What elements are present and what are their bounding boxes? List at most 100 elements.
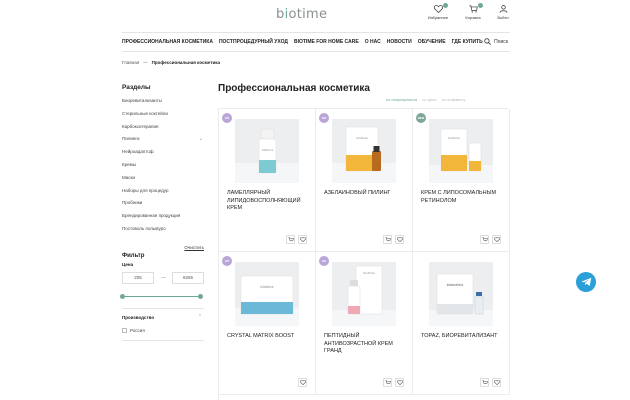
product-image[interactable]: biotime xyxy=(332,262,396,326)
user-icon xyxy=(499,5,507,13)
clear-filter-link[interactable]: Очистить xyxy=(184,245,204,250)
product-card[interactable]: HIT biotime АЗЕЛАИНОВЫЙ ПИЛИНГ xyxy=(316,109,413,252)
login-button[interactable]: Войти xyxy=(488,5,518,20)
country-checkbox-row[interactable]: Россия xyxy=(122,328,145,333)
nav-item-professional[interactable]: ПРОФЕССИОНАЛЬНАЯ КОСМЕТИКА xyxy=(122,39,213,45)
sort-popularity[interactable]: по популярности xyxy=(386,97,417,102)
product-name[interactable]: TOPAZ, БИОРЕВИТАЛИЗАНТ xyxy=(421,333,505,341)
favorites-button[interactable]: Избранное xyxy=(423,3,453,20)
product-name[interactable]: CRYSTAL MATRIX BOOST xyxy=(227,333,311,341)
product-image[interactable]: biotime xyxy=(235,119,299,183)
nav-item-home-care[interactable]: BIOTIME FOR HOME CARE xyxy=(294,39,359,45)
sidebar-item-biorevitalizants[interactable]: Биоревитализанты xyxy=(122,97,206,110)
country-label: Россия xyxy=(130,328,145,333)
cart-button[interactable]: Корзина xyxy=(458,3,488,20)
add-to-favorites-button[interactable] xyxy=(395,378,404,387)
product-image[interactable]: biotime xyxy=(332,119,396,183)
sort-alphabet[interactable]: по алфавиту xyxy=(442,97,466,102)
sort-options: по популярности по цене по алфавиту xyxy=(386,97,465,102)
sidebar-item-cocktails[interactable]: Стерильные коктейли xyxy=(122,110,206,123)
price-slider-track xyxy=(119,294,203,299)
product-card[interactable]: biomatrix TOPAZ, БИОРЕВИТАЛИЗАНТ xyxy=(413,252,510,395)
manufacturer-toggle[interactable]: Производство xyxy=(122,315,154,320)
product-card[interactable]: HIT biotime CRYSTAL MATRIX BOOST xyxy=(219,252,316,395)
main-nav: ПРОФЕССИОНАЛЬНАЯ КОСМЕТИКА ПОСТПРОЦЕДУРН… xyxy=(122,32,510,52)
svg-text:biomatrix: biomatrix xyxy=(447,283,464,287)
product-name[interactable]: ПЕПТИДНЫЙ АНТИВОЗРАСТНОЙ КРЕМ ГРАНД xyxy=(324,333,408,356)
price-range-dash: — xyxy=(161,275,166,281)
add-to-favorites-button[interactable] xyxy=(395,235,404,244)
sidebar-item-carboxy[interactable]: Карбокситерапия xyxy=(122,123,206,136)
svg-text:biotime: biotime xyxy=(356,136,368,140)
sidebar: Разделы Биоревитализанты Стерильные кокт… xyxy=(122,84,206,238)
cart-icon xyxy=(385,380,391,384)
sidebar-title: Разделы xyxy=(122,84,151,91)
product-card[interactable]: NEW biotime КРЕМ С ЛИПОСОМАЛЬНЫМ РЕТИНОЛ… xyxy=(413,109,510,252)
add-to-favorites-button[interactable] xyxy=(298,235,307,244)
add-to-favorites-button[interactable] xyxy=(492,378,501,387)
add-to-cart-button[interactable] xyxy=(383,378,392,387)
country-checkbox[interactable] xyxy=(122,328,127,333)
price-min-input[interactable]: 205 xyxy=(122,272,154,284)
nav-item-about[interactable]: О НАС xyxy=(365,39,381,45)
sidebar-item-creams[interactable]: Кремы xyxy=(122,161,206,174)
product-image[interactable]: biomatrix xyxy=(429,262,493,326)
add-to-cart-button[interactable] xyxy=(286,235,295,244)
product-name[interactable]: ЛАМЕЛЛЯРНЫЙ ЛИПИДОВОСПОЛНЯЮЩИЙ КРЕМ xyxy=(227,190,311,213)
telegram-icon xyxy=(580,277,591,287)
breadcrumb-separator: — xyxy=(143,60,148,65)
product-image[interactable]: biotime xyxy=(429,119,493,183)
add-to-favorites-button[interactable] xyxy=(492,235,501,244)
breadcrumb: Главная — Профессиональная косметика xyxy=(122,60,220,65)
cart-icon xyxy=(385,237,391,241)
product-card[interactable]: HIT biotime ЛАМЕЛЛЯРНЫЙ ЛИПИДОВОСПОЛНЯЮЩ… xyxy=(219,109,316,252)
add-to-favorites-button[interactable] xyxy=(298,378,307,387)
nav-item-where-to-buy[interactable]: ГДЕ КУПИТЬ xyxy=(452,39,483,45)
nav-item-education[interactable]: ОБУЧЕНИЕ xyxy=(418,39,446,45)
add-to-cart-button[interactable] xyxy=(383,235,392,244)
add-to-cart-button[interactable] xyxy=(480,235,489,244)
sort-price[interactable]: по цене xyxy=(422,97,436,102)
search-icon xyxy=(484,38,491,45)
sidebar-item-label: Пилинги xyxy=(122,136,140,142)
sidebar-item-procedure-kits[interactable]: Наборы для процедур xyxy=(122,187,206,200)
telegram-button[interactable] xyxy=(576,272,596,292)
price-slider-min-handle[interactable] xyxy=(119,294,125,299)
sidebar-item-other[interactable]: Постоволь полывуро xyxy=(122,225,206,238)
cart-badge xyxy=(478,3,483,8)
sidebar-item-samples[interactable]: Пробники xyxy=(122,199,206,212)
price-slider-max-handle[interactable] xyxy=(197,294,203,299)
sidebar-item-peelings[interactable]: Пилинги ⌄ xyxy=(122,135,206,148)
product-grid: HIT biotime ЛАМЕЛЛЯРНЫЙ ЛИПИДОВОСПОЛНЯЮЩ… xyxy=(218,108,510,400)
logo[interactable]: biotime xyxy=(276,7,327,22)
add-to-cart-button[interactable] xyxy=(480,378,489,387)
chevron-up-icon[interactable]: ⌃ xyxy=(198,314,202,320)
svg-text:biotime: biotime xyxy=(363,271,375,275)
svg-text:biotime: biotime xyxy=(262,148,274,152)
product-image[interactable]: biotime xyxy=(235,262,299,326)
divider xyxy=(122,340,204,341)
svg-text:biotime: biotime xyxy=(260,285,273,289)
heart-icon xyxy=(299,237,306,242)
product-name[interactable]: КРЕМ С ЛИПОСОМАЛЬНЫМ РЕТИНОЛОМ xyxy=(421,190,505,205)
sidebar-item-masks[interactable]: Маски xyxy=(122,174,206,187)
chevron-down-icon[interactable]: ⌄ xyxy=(199,135,203,143)
search-button[interactable]: Поиск xyxy=(484,38,508,45)
filter-title: Фильтр xyxy=(122,253,145,259)
heart-icon xyxy=(299,380,306,385)
price-max-input[interactable]: 8265 xyxy=(172,272,204,284)
product-badge: HIT xyxy=(319,113,329,123)
sidebar-item-branded[interactable]: Брендированная продукция xyxy=(122,212,206,225)
breadcrumb-home[interactable]: Главная xyxy=(122,60,139,65)
product-name[interactable]: АЗЕЛАИНОВЫЙ ПИЛИНГ xyxy=(324,190,408,198)
heart-icon xyxy=(493,237,500,242)
filter-panel: Фильтр Очистить Цена 205 — 8265 Производ… xyxy=(119,244,204,341)
product-card[interactable]: HIT biotime ПЕПТИДНЫЙ АНТИВОЗРАСТНОЙ КРЕ… xyxy=(316,252,413,395)
nav-item-news[interactable]: НОВОСТИ xyxy=(387,39,412,45)
heart-icon xyxy=(433,5,443,13)
sidebar-item-neuroadaptor[interactable]: Нейроадаптоф xyxy=(122,148,206,161)
product-badge: HIT xyxy=(222,113,232,123)
nav-item-postprocedure[interactable]: ПОСТПРОЦЕДУРНЫЙ УХОД xyxy=(219,39,288,45)
cart-icon xyxy=(288,237,294,241)
divider xyxy=(122,308,204,309)
